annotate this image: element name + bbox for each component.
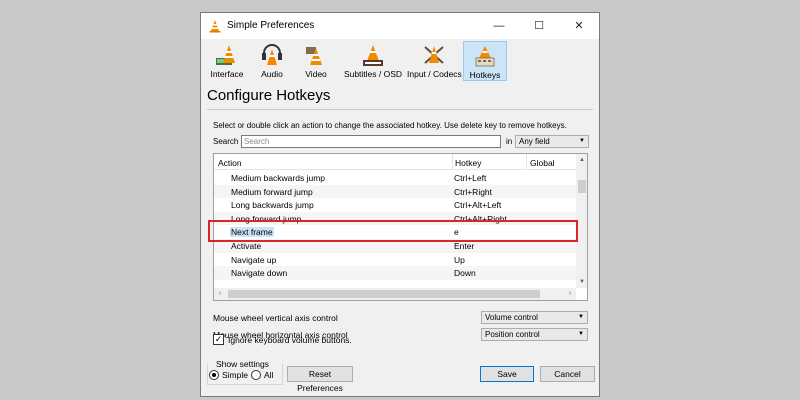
tab-video[interactable]: Video — [299, 41, 333, 81]
audio-cone-icon — [262, 44, 282, 65]
action-cell: Navigate down — [231, 268, 288, 279]
scroll-right-icon[interactable]: › — [564, 288, 576, 300]
video-cone-icon — [306, 47, 322, 65]
tab-input-codecs[interactable]: Input / Codecs — [407, 41, 462, 81]
window-title: Simple Preferences — [227, 20, 315, 31]
input-cone-icon — [424, 46, 444, 64]
chevron-down-icon: ▼ — [579, 138, 585, 144]
table-row[interactable]: Long backwards jump Ctrl+Alt+Left — [214, 198, 576, 212]
action-cell: Medium forward jump — [231, 186, 313, 197]
table-row[interactable]: Navigate up Up — [214, 253, 576, 267]
radio-simple[interactable] — [209, 370, 219, 380]
search-field-value: Any field — [519, 137, 550, 146]
tab-label: Input / Codecs — [407, 69, 462, 79]
scroll-left-icon[interactable]: ‹ — [214, 288, 226, 300]
ignore-keyboard-checkbox[interactable]: ✓ — [213, 334, 224, 345]
instructions-text: Select or double click an action to chan… — [213, 121, 567, 130]
preferences-window: Simple Preferences — ☐ ✕ Interface Audio… — [200, 12, 600, 397]
horizontal-scrollbar[interactable]: ‹ › — [214, 288, 576, 300]
table-header: Action Hotkey Global — [214, 154, 576, 170]
column-header-hotkey[interactable]: Hotkey — [455, 158, 481, 168]
tab-label: Video — [305, 69, 327, 79]
mouse-horizontal-select[interactable]: Position control ▼ — [481, 328, 588, 341]
maximize-button[interactable]: ☐ — [519, 13, 559, 39]
chevron-down-icon: ▼ — [578, 331, 584, 337]
scroll-thumb[interactable] — [578, 180, 586, 193]
hotkey-cell: Ctrl+Alt+Left — [454, 200, 502, 211]
search-input[interactable] — [241, 135, 501, 148]
reset-preferences-button[interactable]: Reset Preferences — [287, 366, 353, 393]
page-title: Configure Hotkeys — [207, 87, 331, 104]
checkmark-icon: ✓ — [214, 334, 223, 344]
tab-hotkeys[interactable]: Hotkeys — [463, 41, 507, 81]
radio-simple-label: Simple — [222, 370, 248, 380]
tab-label: Hotkeys — [469, 70, 501, 80]
tab-interface[interactable]: Interface — [207, 41, 247, 81]
hotkey-cell: Ctrl+Left — [454, 173, 487, 183]
search-in-label: in — [506, 137, 513, 146]
mouse-vertical-label: Mouse wheel vertical axis control — [213, 313, 338, 323]
tab-label: Subtitles / OSD — [343, 69, 403, 79]
search-label: Search — [213, 137, 239, 146]
column-header-action[interactable]: Action — [218, 158, 242, 168]
category-tabs: Interface Audio Video Subtitles / OSD In… — [207, 40, 597, 84]
hotkeys-cone-icon — [475, 46, 495, 67]
search-field-select[interactable]: Any field ▼ — [515, 135, 589, 148]
cancel-button[interactable]: Cancel — [540, 366, 595, 382]
hotkey-cell: Down — [454, 268, 476, 279]
tab-label: Interface — [210, 69, 244, 79]
tab-audio[interactable]: Audio — [255, 41, 289, 81]
column-header-global[interactable]: Global — [530, 158, 555, 168]
hotkey-cell: Up — [454, 254, 465, 265]
tab-label: Audio — [261, 69, 283, 79]
action-cell: Long backwards jump — [231, 200, 314, 211]
scroll-up-icon[interactable]: ▲ — [576, 154, 587, 166]
vlc-cone-icon — [209, 20, 221, 33]
close-button[interactable]: ✕ — [559, 13, 599, 39]
action-cell: Medium backwards jump — [231, 173, 326, 183]
column-separator[interactable] — [526, 154, 527, 170]
table-row[interactable]: Medium backwards jump Ctrl+Left — [214, 171, 576, 185]
hotkey-cell: Ctrl+Right — [454, 186, 493, 197]
hotkey-cell: Enter — [454, 241, 475, 251]
radio-all-label: All — [264, 370, 274, 380]
mouse-horizontal-value: Position control — [485, 330, 540, 339]
mouse-vertical-value: Volume control — [485, 313, 538, 322]
column-separator[interactable] — [452, 154, 453, 170]
annotation-highlight-box — [208, 220, 578, 242]
chevron-down-icon: ▼ — [578, 314, 584, 320]
subtitles-cone-icon — [363, 45, 383, 66]
scroll-thumb[interactable] — [228, 290, 540, 298]
mouse-vertical-select[interactable]: Volume control ▼ — [481, 311, 588, 324]
action-cell: Navigate up — [231, 254, 277, 265]
radio-all[interactable] — [251, 370, 261, 380]
ignore-keyboard-label: Ignore keyboard volume buttons. — [228, 335, 352, 345]
tab-subtitles-osd[interactable]: Subtitles / OSD — [341, 41, 405, 81]
title-bar[interactable]: Simple Preferences — ☐ ✕ — [201, 13, 599, 39]
table-row[interactable]: Navigate down Down — [214, 266, 576, 280]
minimize-button[interactable]: — — [479, 13, 519, 39]
action-cell: Activate — [231, 241, 262, 251]
scroll-down-icon[interactable]: ▼ — [576, 276, 587, 288]
divider — [207, 109, 593, 110]
interface-cone-icon — [216, 45, 235, 65]
table-row[interactable]: Medium forward jump Ctrl+Right — [214, 184, 576, 199]
save-button[interactable]: Save — [480, 366, 534, 382]
